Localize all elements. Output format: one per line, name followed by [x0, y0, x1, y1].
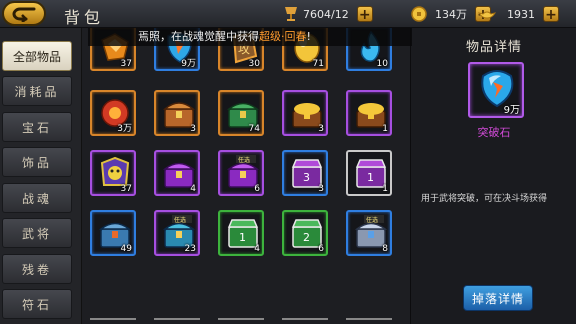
inventory-slot-partial: [346, 318, 392, 324]
detail-title: 物品详情: [465, 40, 522, 55]
bag-screen: 背包 7604/12 + 134万 + 1931 + 全部物品 消耗品 宝石: [0, 0, 576, 324]
item-name: 突破石: [477, 126, 511, 139]
top-bar: 背包 7604/12 + 134万 + 1931 +: [0, 0, 576, 28]
category-sidebar: 全部物品 消耗品 宝石 饰品 战魂 武将 残卷 符石: [0, 28, 82, 324]
inventory-slot-partial: [90, 318, 136, 324]
choice-tag: 任选: [366, 216, 378, 224]
tab-all-items[interactable]: 全部物品: [2, 41, 72, 71]
silver-value: 134万: [435, 8, 467, 21]
ingot-icon: [478, 5, 496, 23]
svg-text:1: 1: [367, 171, 374, 184]
back-arrow-icon: [12, 7, 36, 22]
svg-text:2: 2: [303, 231, 310, 244]
stamina-value: 7604/12: [303, 7, 349, 21]
inventory-slot-partial: [282, 318, 328, 324]
inventory-slot[interactable]: 1 1: [346, 150, 392, 196]
inventory-grid: 37 9万 攻 30 71 10 3万 3 74 3 1 37 4 任选 6 3…: [84, 28, 406, 324]
tab-gems[interactable]: 宝石: [2, 112, 72, 142]
item-description: 用于武将突破，可在决斗场获得: [421, 194, 548, 204]
inventory-slot[interactable]: 4: [154, 150, 200, 196]
tab-rune-stones[interactable]: 符石: [2, 289, 72, 319]
inventory-slot[interactable]: 74: [218, 90, 264, 136]
inventory-slot-partial: [154, 318, 200, 324]
announcement-marquee: 焉照，在战魂觉醒中获得超级·回春!: [88, 28, 412, 46]
inventory-slot[interactable]: 49: [90, 210, 136, 256]
svg-text:1: 1: [239, 231, 246, 244]
tab-war-souls[interactable]: 战魂: [2, 183, 72, 213]
inventory-slot[interactable]: 3 3: [282, 150, 328, 196]
tab-accessories[interactable]: 饰品: [2, 147, 72, 177]
gold-value: 1931: [507, 7, 535, 21]
inventory-slot[interactable]: 2 6: [282, 210, 328, 256]
inventory-slot[interactable]: 任选 6: [218, 150, 264, 196]
item-detail-panel: 物品详情 9万 突破石 用于武将突破，可在决斗场获得 掉落详情: [410, 28, 576, 324]
inventory-slot[interactable]: 3: [154, 90, 200, 136]
inventory-slot[interactable]: 3万: [90, 90, 136, 136]
inventory-slot[interactable]: 任选 8: [346, 210, 392, 256]
drop-details-button[interactable]: 掉落详情: [463, 285, 533, 311]
inventory-slot[interactable]: 任选 23: [154, 210, 200, 256]
inventory-slot[interactable]: 37: [90, 150, 136, 196]
marquee-highlight: 超级·回春: [259, 30, 307, 43]
tab-fragments[interactable]: 残卷: [2, 254, 72, 284]
page-title: 背包: [64, 8, 105, 27]
inventory-slot[interactable]: 3: [282, 90, 328, 136]
gold-resource: 1931 +: [478, 5, 559, 23]
stamina-resource: 7604/12 +: [282, 5, 373, 23]
tab-generals[interactable]: 武将: [2, 218, 72, 248]
inventory-slot-partial: [218, 318, 264, 324]
back-button[interactable]: [2, 1, 46, 26]
choice-tag: 任选: [238, 156, 250, 164]
selected-item-slot: 9万: [468, 62, 524, 118]
add-stamina-button[interactable]: +: [356, 6, 373, 23]
inventory-slot[interactable]: 1: [346, 90, 392, 136]
svg-text:3: 3: [303, 171, 310, 184]
choice-tag: 任选: [174, 216, 186, 224]
cup-icon: [282, 5, 300, 23]
inventory-slot[interactable]: 1 4: [218, 210, 264, 256]
add-gold-button[interactable]: +: [543, 6, 559, 23]
tab-consumables[interactable]: 消耗品: [2, 76, 72, 106]
coin-icon: [410, 5, 428, 23]
